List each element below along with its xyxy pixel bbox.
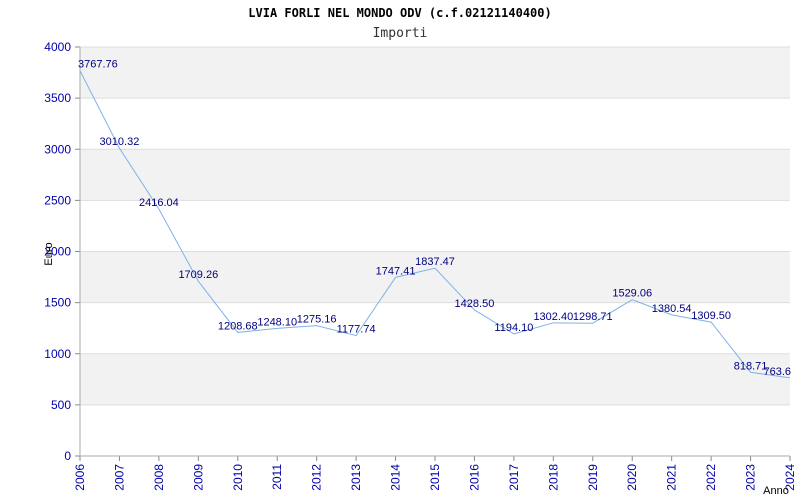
- y-tick-label: 500: [51, 398, 71, 412]
- y-tick-label: 4000: [44, 40, 71, 54]
- data-label: 1208.68: [218, 320, 258, 332]
- data-label: 763.6: [763, 366, 791, 378]
- x-tick-label: 2021: [665, 464, 679, 491]
- y-tick-label: 0: [64, 449, 71, 463]
- data-label: 1248.10: [257, 316, 297, 328]
- data-label: 3767.76: [78, 59, 118, 71]
- x-tick-label: 2018: [546, 464, 560, 491]
- grid-band: [80, 149, 790, 201]
- y-tick-label: 3000: [44, 142, 71, 156]
- grid-band: [80, 47, 790, 99]
- data-label: 1529.06: [612, 288, 652, 300]
- x-axis-label: Anno: [763, 485, 789, 497]
- data-label: 1309.50: [691, 310, 731, 322]
- chart-subtitle: Importi: [373, 26, 428, 41]
- data-label: 1428.50: [455, 298, 495, 310]
- data-label: 818.71: [734, 360, 768, 372]
- x-tick-label: 2008: [152, 464, 166, 491]
- x-tick-label: 2016: [467, 464, 481, 491]
- x-axis-ticks: 2006 2007 2008 2009 2010 2011 2012 2013 2014 2015…: [73, 456, 797, 491]
- data-label: 1747.41: [376, 265, 416, 277]
- data-label: 1837.47: [415, 256, 455, 268]
- y-tick-label: 1500: [44, 296, 71, 310]
- x-tick-label: 2019: [586, 464, 600, 491]
- data-label: 1275.16: [297, 314, 337, 326]
- x-tick-label: 2022: [704, 464, 718, 491]
- data-label: 2416.04: [139, 197, 179, 209]
- x-tick-label: 2012: [310, 464, 324, 491]
- line-chart: LVIA FORLI NEL MONDO ODV (c.f.0212114040…: [43, 6, 797, 497]
- data-labels: 3767.76 3010.32 2416.04 1709.26 1208.68 1248.…: [78, 59, 791, 378]
- x-tick-label: 2009: [191, 464, 205, 491]
- data-label: 1380.54: [652, 303, 692, 315]
- y-tick-label: 3500: [44, 91, 71, 105]
- data-label: 1298.71: [573, 311, 613, 323]
- chart-title: LVIA FORLI NEL MONDO ODV (c.f.0212114040…: [248, 6, 551, 20]
- x-tick-label: 2010: [231, 464, 245, 491]
- x-tick-label: 2007: [112, 464, 126, 491]
- x-tick-label: 2006: [73, 464, 87, 491]
- y-tick-label: 1000: [44, 347, 71, 361]
- data-label: 1194.10: [494, 322, 533, 334]
- data-label: 1302.40: [533, 311, 573, 323]
- x-tick-label: 2017: [507, 464, 521, 491]
- grid-bands: [80, 47, 790, 405]
- x-tick-label: 2013: [349, 464, 363, 491]
- x-tick-label: 2023: [744, 464, 758, 491]
- series-line: [79, 70, 791, 379]
- data-label: 3010.32: [100, 136, 140, 148]
- x-tick-label: 2011: [270, 464, 284, 490]
- x-tick-label: 2014: [389, 464, 403, 491]
- y-axis-label: Euro: [43, 242, 55, 265]
- x-tick-label: 2015: [428, 464, 442, 491]
- grid-band: [80, 353, 790, 405]
- y-tick-label: 2500: [44, 193, 71, 207]
- x-tick-label: 2020: [625, 464, 639, 491]
- data-label: 1709.26: [178, 269, 218, 281]
- data-label: 1177.74: [337, 324, 376, 336]
